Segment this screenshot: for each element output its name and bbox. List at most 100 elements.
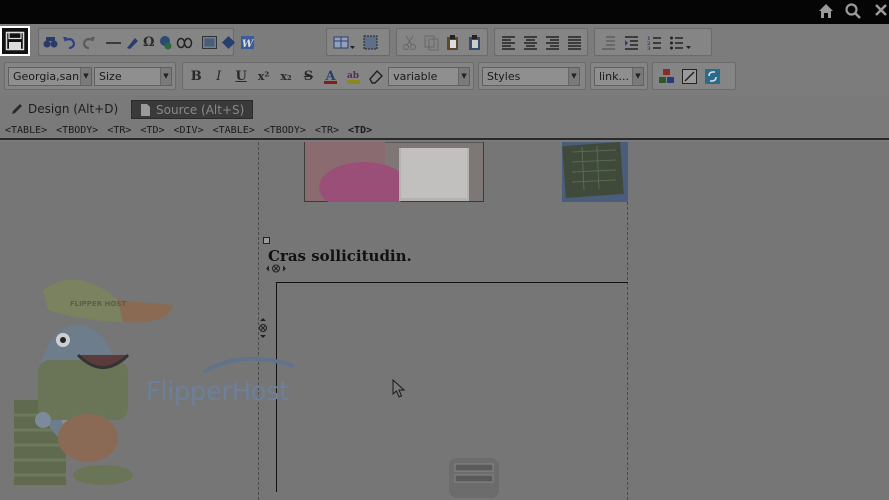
vertical-move-handle-icon[interactable] xyxy=(258,318,268,338)
tab-source-label: Source (Alt+S) xyxy=(156,103,245,117)
justify-icon[interactable] xyxy=(564,32,584,53)
insert-media-icon[interactable] xyxy=(220,32,237,53)
font-family-select[interactable]: Georgia,san ▼ xyxy=(8,66,92,86)
path-item[interactable]: <TBODY> xyxy=(264,125,306,136)
numbered-list-icon[interactable]: 123 xyxy=(644,32,665,53)
extra-tools-group xyxy=(652,62,736,90)
flipperhost-logo: FlipperHost xyxy=(146,356,295,407)
modules-icon[interactable] xyxy=(656,66,677,87)
chevron-down-icon: ▼ xyxy=(458,67,470,85)
svg-text:ab: ab xyxy=(347,71,359,81)
styles-value: Styles xyxy=(487,69,521,83)
strikethrough-icon[interactable]: S xyxy=(298,66,318,87)
content-heading[interactable]: Cras sollicitudin. xyxy=(268,247,412,265)
path-item[interactable]: <TR> xyxy=(107,125,131,136)
styles-group: Styles ▼ xyxy=(478,62,586,90)
font-size-value: Size xyxy=(99,69,122,83)
highlight-color-icon[interactable]: ab xyxy=(343,66,363,87)
chevron-down-icon: ▼ xyxy=(568,67,579,85)
chevron-down-icon: ▼ xyxy=(80,67,91,85)
styles-select[interactable]: Styles ▼ xyxy=(482,66,580,86)
element-path-breadcrumb: <TABLE> <TBODY> <TR> <TD> <DIV> <TABLE> <TBODY… xyxy=(0,122,889,140)
select-all-icon[interactable] xyxy=(360,32,381,53)
table-tools-group xyxy=(326,28,390,56)
home-icon[interactable] xyxy=(816,2,836,22)
chevron-down-icon: ▼ xyxy=(160,67,171,85)
align-right-icon[interactable] xyxy=(542,32,562,53)
tab-source[interactable]: Source (Alt+S) xyxy=(131,100,253,119)
subscript-icon[interactable]: x₂ xyxy=(276,66,296,87)
find-icon[interactable] xyxy=(42,32,59,53)
fullscreen-icon[interactable] xyxy=(679,66,700,87)
search-icon[interactable] xyxy=(843,2,863,22)
close-icon[interactable] xyxy=(871,2,889,22)
link-select[interactable]: link... ▼ xyxy=(594,66,644,86)
align-left-icon[interactable] xyxy=(498,32,518,53)
document-icon xyxy=(141,104,150,116)
align-center-icon[interactable] xyxy=(520,32,540,53)
bulleted-list-icon[interactable] xyxy=(667,32,695,53)
tab-design[interactable]: Design (Alt+D) xyxy=(4,100,126,119)
link-group: link... ▼ xyxy=(590,62,648,90)
special-character-icon[interactable]: Ω xyxy=(143,32,155,53)
bold-icon[interactable]: B xyxy=(186,66,206,87)
mouse-cursor-icon xyxy=(392,379,406,398)
variable-value: variable xyxy=(393,69,438,83)
path-item[interactable]: <DIV> xyxy=(174,125,204,136)
link-value: link... xyxy=(599,69,629,83)
eraser-icon[interactable] xyxy=(366,66,386,87)
underline-icon[interactable]: U xyxy=(231,66,251,87)
paste-icon[interactable] xyxy=(443,32,463,53)
editor-toolbar: Ω W 123 Georgia,san ▼ Size ▼ B I U x² x₂… xyxy=(0,24,889,96)
drawer-icon[interactable] xyxy=(448,454,500,500)
pencil-icon xyxy=(12,104,22,114)
cut-icon[interactable] xyxy=(400,32,420,53)
insert-link-icon[interactable] xyxy=(157,32,174,53)
font-color-icon[interactable]: A xyxy=(321,66,341,87)
variable-select[interactable]: variable ▼ xyxy=(388,66,471,86)
path-item[interactable]: <TABLE> xyxy=(213,125,255,136)
move-handle-icon[interactable] xyxy=(266,264,286,273)
refresh-icon[interactable] xyxy=(702,66,723,87)
text-format-group: B I U x² x₂ S A ab variable ▼ xyxy=(182,62,474,90)
floppy-disk-icon xyxy=(5,31,25,51)
list-group: 123 xyxy=(594,28,712,56)
italic-icon[interactable]: I xyxy=(208,66,228,87)
editor-canvas[interactable]: Cras sollicitudin. FLIPPER HOST FlipperH… xyxy=(0,142,889,500)
redo-icon[interactable] xyxy=(80,32,97,53)
font-family-value: Georgia,san xyxy=(13,69,80,83)
svg-text:W: W xyxy=(241,39,254,50)
save-button[interactable] xyxy=(0,26,30,56)
font-selectors-group: Georgia,san ▼ Size ▼ xyxy=(4,62,176,90)
remove-link-icon[interactable] xyxy=(176,32,193,53)
path-item[interactable]: <TBODY> xyxy=(56,125,98,136)
font-size-select[interactable]: Size ▼ xyxy=(94,66,172,86)
edit-tools-group: Ω W xyxy=(38,28,254,56)
content-image-laptop[interactable] xyxy=(304,142,484,202)
path-item[interactable]: <TR> xyxy=(315,125,339,136)
insert-image-icon[interactable] xyxy=(201,32,218,53)
window-title-bar xyxy=(0,0,889,24)
superscript-icon[interactable]: x² xyxy=(253,66,273,87)
paste-from-word-icon[interactable]: W xyxy=(239,32,256,53)
svg-text:3: 3 xyxy=(647,46,651,51)
paste-text-icon[interactable] xyxy=(465,32,485,53)
undo-icon[interactable] xyxy=(61,32,78,53)
clipboard-group xyxy=(396,28,488,56)
svg-text:FLIPPER HOST: FLIPPER HOST xyxy=(70,300,127,308)
resize-handle[interactable] xyxy=(263,237,270,244)
copy-icon[interactable] xyxy=(422,32,442,53)
content-image-tablet[interactable] xyxy=(562,142,628,202)
alignment-group xyxy=(494,28,588,56)
path-item[interactable]: <TABLE> xyxy=(5,125,47,136)
path-item[interactable]: <TD> xyxy=(140,125,164,136)
logo-text: FlipperHost xyxy=(146,377,289,407)
format-painter-icon[interactable] xyxy=(124,32,141,53)
outdent-icon[interactable] xyxy=(598,32,619,53)
editor-mode-tabs: Design (Alt+D) Source (Alt+S) xyxy=(0,98,889,120)
tab-design-label: Design (Alt+D) xyxy=(28,102,119,116)
path-item-current[interactable]: <TD> xyxy=(348,125,372,136)
indent-icon[interactable] xyxy=(621,32,642,53)
horizontal-rule-icon[interactable] xyxy=(105,32,122,53)
insert-table-icon[interactable] xyxy=(330,32,358,53)
